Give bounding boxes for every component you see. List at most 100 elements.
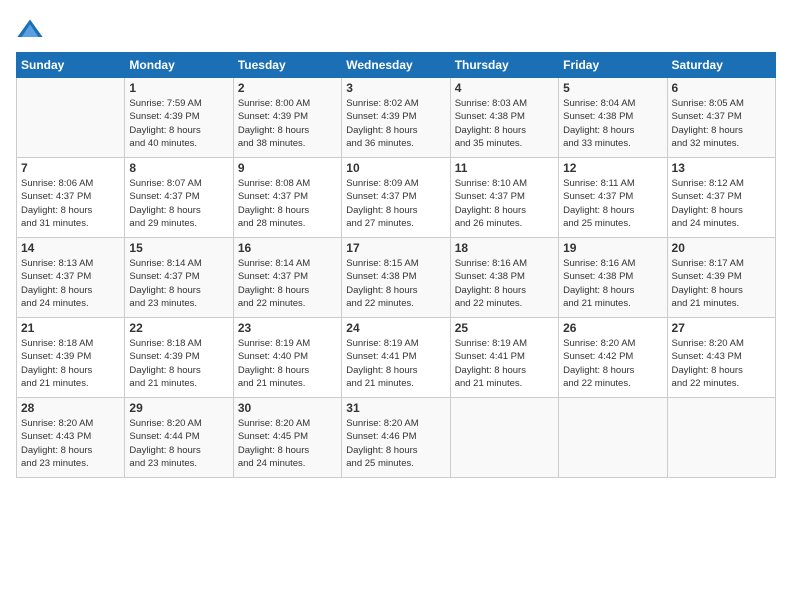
calendar-cell: 3 Sunrise: 8:02 AM Sunset: 4:39 PM Daylig…	[342, 78, 450, 158]
day-number: 3	[346, 81, 445, 95]
day-info: Sunrise: 8:19 AM Sunset: 4:40 PM Dayligh…	[238, 337, 337, 390]
day-number: 10	[346, 161, 445, 175]
calendar-cell: 21Sunrise: 8:18 AM Sunset: 4:39 PM Dayli…	[17, 318, 125, 398]
day-number: 18	[455, 241, 554, 255]
day-number: 13	[672, 161, 771, 175]
calendar-cell: 1Sunrise: 7:59 AM Sunset: 4:39 PM Daylig…	[125, 78, 233, 158]
calendar-cell: 14Sunrise: 8:13 AM Sunset: 4:37 PM Dayli…	[17, 238, 125, 318]
day-info: Sunrise: 8:18 AM Sunset: 4:39 PM Dayligh…	[129, 337, 228, 390]
day-info: Sunrise: 8:00 AM Sunset: 4:39 PM Dayligh…	[238, 97, 337, 150]
day-number: 12	[563, 161, 662, 175]
weekday-header-saturday: Saturday	[667, 53, 775, 78]
day-info: Sunrise: 8:20 AM Sunset: 4:46 PM Dayligh…	[346, 417, 445, 470]
day-info: Sunrise: 8:15 AM Sunset: 4:38 PM Dayligh…	[346, 257, 445, 310]
day-info: Sunrise: 7:59 AM Sunset: 4:39 PM Dayligh…	[129, 97, 228, 150]
day-number: 2	[238, 81, 337, 95]
calendar-cell: 19Sunrise: 8:16 AM Sunset: 4:38 PM Dayli…	[559, 238, 667, 318]
calendar-cell: 11Sunrise: 8:10 AM Sunset: 4:37 PM Dayli…	[450, 158, 558, 238]
calendar-cell: 4 Sunrise: 8:03 AM Sunset: 4:38 PM Daylig…	[450, 78, 558, 158]
day-number: 24	[346, 321, 445, 335]
calendar-table: SundayMondayTuesdayWednesdayThursdayFrid…	[16, 52, 776, 478]
calendar-cell: 17 Sunrise: 8:15 AM Sunset: 4:38 PM Dayli…	[342, 238, 450, 318]
day-info: Sunrise: 8:04 AM Sunset: 4:38 PM Dayligh…	[563, 97, 662, 150]
day-info: Sunrise: 8:19 AM Sunset: 4:41 PM Dayligh…	[346, 337, 445, 390]
day-number: 23	[238, 321, 337, 335]
weekday-header-thursday: Thursday	[450, 53, 558, 78]
calendar-cell: 27 Sunrise: 8:20 AM Sunset: 4:43 PM Dayli…	[667, 318, 775, 398]
calendar-cell: 28Sunrise: 8:20 AM Sunset: 4:43 PM Dayli…	[17, 398, 125, 478]
day-info: Sunrise: 8:11 AM Sunset: 4:37 PM Dayligh…	[563, 177, 662, 230]
calendar-week-3: 14Sunrise: 8:13 AM Sunset: 4:37 PM Dayli…	[17, 238, 776, 318]
day-info: Sunrise: 8:20 AM Sunset: 4:44 PM Dayligh…	[129, 417, 228, 470]
weekday-row: SundayMondayTuesdayWednesdayThursdayFrid…	[17, 53, 776, 78]
logo-icon	[16, 16, 44, 44]
day-info: Sunrise: 8:14 AM Sunset: 4:37 PM Dayligh…	[129, 257, 228, 310]
day-info: Sunrise: 8:03 AM Sunset: 4:38 PM Dayligh…	[455, 97, 554, 150]
day-number: 16	[238, 241, 337, 255]
day-info: Sunrise: 8:12 AM Sunset: 4:37 PM Dayligh…	[672, 177, 771, 230]
day-number: 19	[563, 241, 662, 255]
day-info: Sunrise: 8:02 AM Sunset: 4:39 PM Dayligh…	[346, 97, 445, 150]
weekday-header-sunday: Sunday	[17, 53, 125, 78]
day-number: 4	[455, 81, 554, 95]
day-info: Sunrise: 8:08 AM Sunset: 4:37 PM Dayligh…	[238, 177, 337, 230]
calendar-cell: 24 Sunrise: 8:19 AM Sunset: 4:41 PM Dayli…	[342, 318, 450, 398]
calendar-cell: 26 Sunrise: 8:20 AM Sunset: 4:42 PM Dayli…	[559, 318, 667, 398]
day-number: 25	[455, 321, 554, 335]
day-info: Sunrise: 8:09 AM Sunset: 4:37 PM Dayligh…	[346, 177, 445, 230]
calendar-cell: 25Sunrise: 8:19 AM Sunset: 4:41 PM Dayli…	[450, 318, 558, 398]
day-number: 7	[21, 161, 120, 175]
calendar-week-2: 7 Sunrise: 8:06 AM Sunset: 4:37 PM Daylig…	[17, 158, 776, 238]
day-number: 30	[238, 401, 337, 415]
weekday-header-friday: Friday	[559, 53, 667, 78]
calendar-cell: 9 Sunrise: 8:08 AM Sunset: 4:37 PM Daylig…	[233, 158, 341, 238]
calendar-cell: 20 Sunrise: 8:17 AM Sunset: 4:39 PM Dayli…	[667, 238, 775, 318]
day-number: 20	[672, 241, 771, 255]
calendar-cell: 7 Sunrise: 8:06 AM Sunset: 4:37 PM Daylig…	[17, 158, 125, 238]
day-info: Sunrise: 8:20 AM Sunset: 4:43 PM Dayligh…	[672, 337, 771, 390]
day-number: 6	[672, 81, 771, 95]
day-number: 29	[129, 401, 228, 415]
day-info: Sunrise: 8:05 AM Sunset: 4:37 PM Dayligh…	[672, 97, 771, 150]
day-info: Sunrise: 8:10 AM Sunset: 4:37 PM Dayligh…	[455, 177, 554, 230]
calendar-cell	[17, 78, 125, 158]
day-number: 15	[129, 241, 228, 255]
day-info: Sunrise: 8:20 AM Sunset: 4:45 PM Dayligh…	[238, 417, 337, 470]
calendar-cell: 2 Sunrise: 8:00 AM Sunset: 4:39 PM Daylig…	[233, 78, 341, 158]
day-info: Sunrise: 8:13 AM Sunset: 4:37 PM Dayligh…	[21, 257, 120, 310]
day-number: 27	[672, 321, 771, 335]
day-info: Sunrise: 8:20 AM Sunset: 4:42 PM Dayligh…	[563, 337, 662, 390]
calendar-body: 1Sunrise: 7:59 AM Sunset: 4:39 PM Daylig…	[17, 78, 776, 478]
day-number: 26	[563, 321, 662, 335]
calendar-cell: 13 Sunrise: 8:12 AM Sunset: 4:37 PM Dayli…	[667, 158, 775, 238]
calendar-cell: 31Sunrise: 8:20 AM Sunset: 4:46 PM Dayli…	[342, 398, 450, 478]
calendar-cell	[667, 398, 775, 478]
calendar-cell	[559, 398, 667, 478]
day-info: Sunrise: 8:14 AM Sunset: 4:37 PM Dayligh…	[238, 257, 337, 310]
day-number: 9	[238, 161, 337, 175]
calendar-cell: 8 Sunrise: 8:07 AM Sunset: 4:37 PM Daylig…	[125, 158, 233, 238]
page-header	[16, 16, 776, 44]
calendar-cell: 23 Sunrise: 8:19 AM Sunset: 4:40 PM Dayli…	[233, 318, 341, 398]
calendar-header: SundayMondayTuesdayWednesdayThursdayFrid…	[17, 53, 776, 78]
calendar-week-5: 28Sunrise: 8:20 AM Sunset: 4:43 PM Dayli…	[17, 398, 776, 478]
day-info: Sunrise: 8:07 AM Sunset: 4:37 PM Dayligh…	[129, 177, 228, 230]
day-number: 17	[346, 241, 445, 255]
calendar-cell	[450, 398, 558, 478]
calendar-cell: 16 Sunrise: 8:14 AM Sunset: 4:37 PM Dayli…	[233, 238, 341, 318]
day-info: Sunrise: 8:17 AM Sunset: 4:39 PM Dayligh…	[672, 257, 771, 310]
calendar-cell: 5Sunrise: 8:04 AM Sunset: 4:38 PM Daylig…	[559, 78, 667, 158]
day-info: Sunrise: 8:06 AM Sunset: 4:37 PM Dayligh…	[21, 177, 120, 230]
day-number: 28	[21, 401, 120, 415]
calendar-cell: 30 Sunrise: 8:20 AM Sunset: 4:45 PM Dayli…	[233, 398, 341, 478]
calendar-cell: 29 Sunrise: 8:20 AM Sunset: 4:44 PM Dayli…	[125, 398, 233, 478]
calendar-week-4: 21 Sunrise: 8:18 AM Sunset: 4:39 PM Dayli…	[17, 318, 776, 398]
day-number: 21	[21, 321, 120, 335]
day-number: 8	[129, 161, 228, 175]
calendar-cell: 10 Sunrise: 8:09 AM Sunset: 4:37 PM Dayli…	[342, 158, 450, 238]
calendar-cell: 6 Sunrise: 8:05 AM Sunset: 4:37 PM Daylig…	[667, 78, 775, 158]
calendar-cell: 15 Sunrise: 8:14 AM Sunset: 4:37 PM Dayli…	[125, 238, 233, 318]
calendar-cell: 12 Sunrise: 8:11 AM Sunset: 4:37 PM Dayli…	[559, 158, 667, 238]
page-container: SundayMondayTuesdayWednesdayThursdayFrid…	[0, 0, 792, 486]
calendar-cell: 22Sunrise: 8:18 AM Sunset: 4:39 PM Dayli…	[125, 318, 233, 398]
